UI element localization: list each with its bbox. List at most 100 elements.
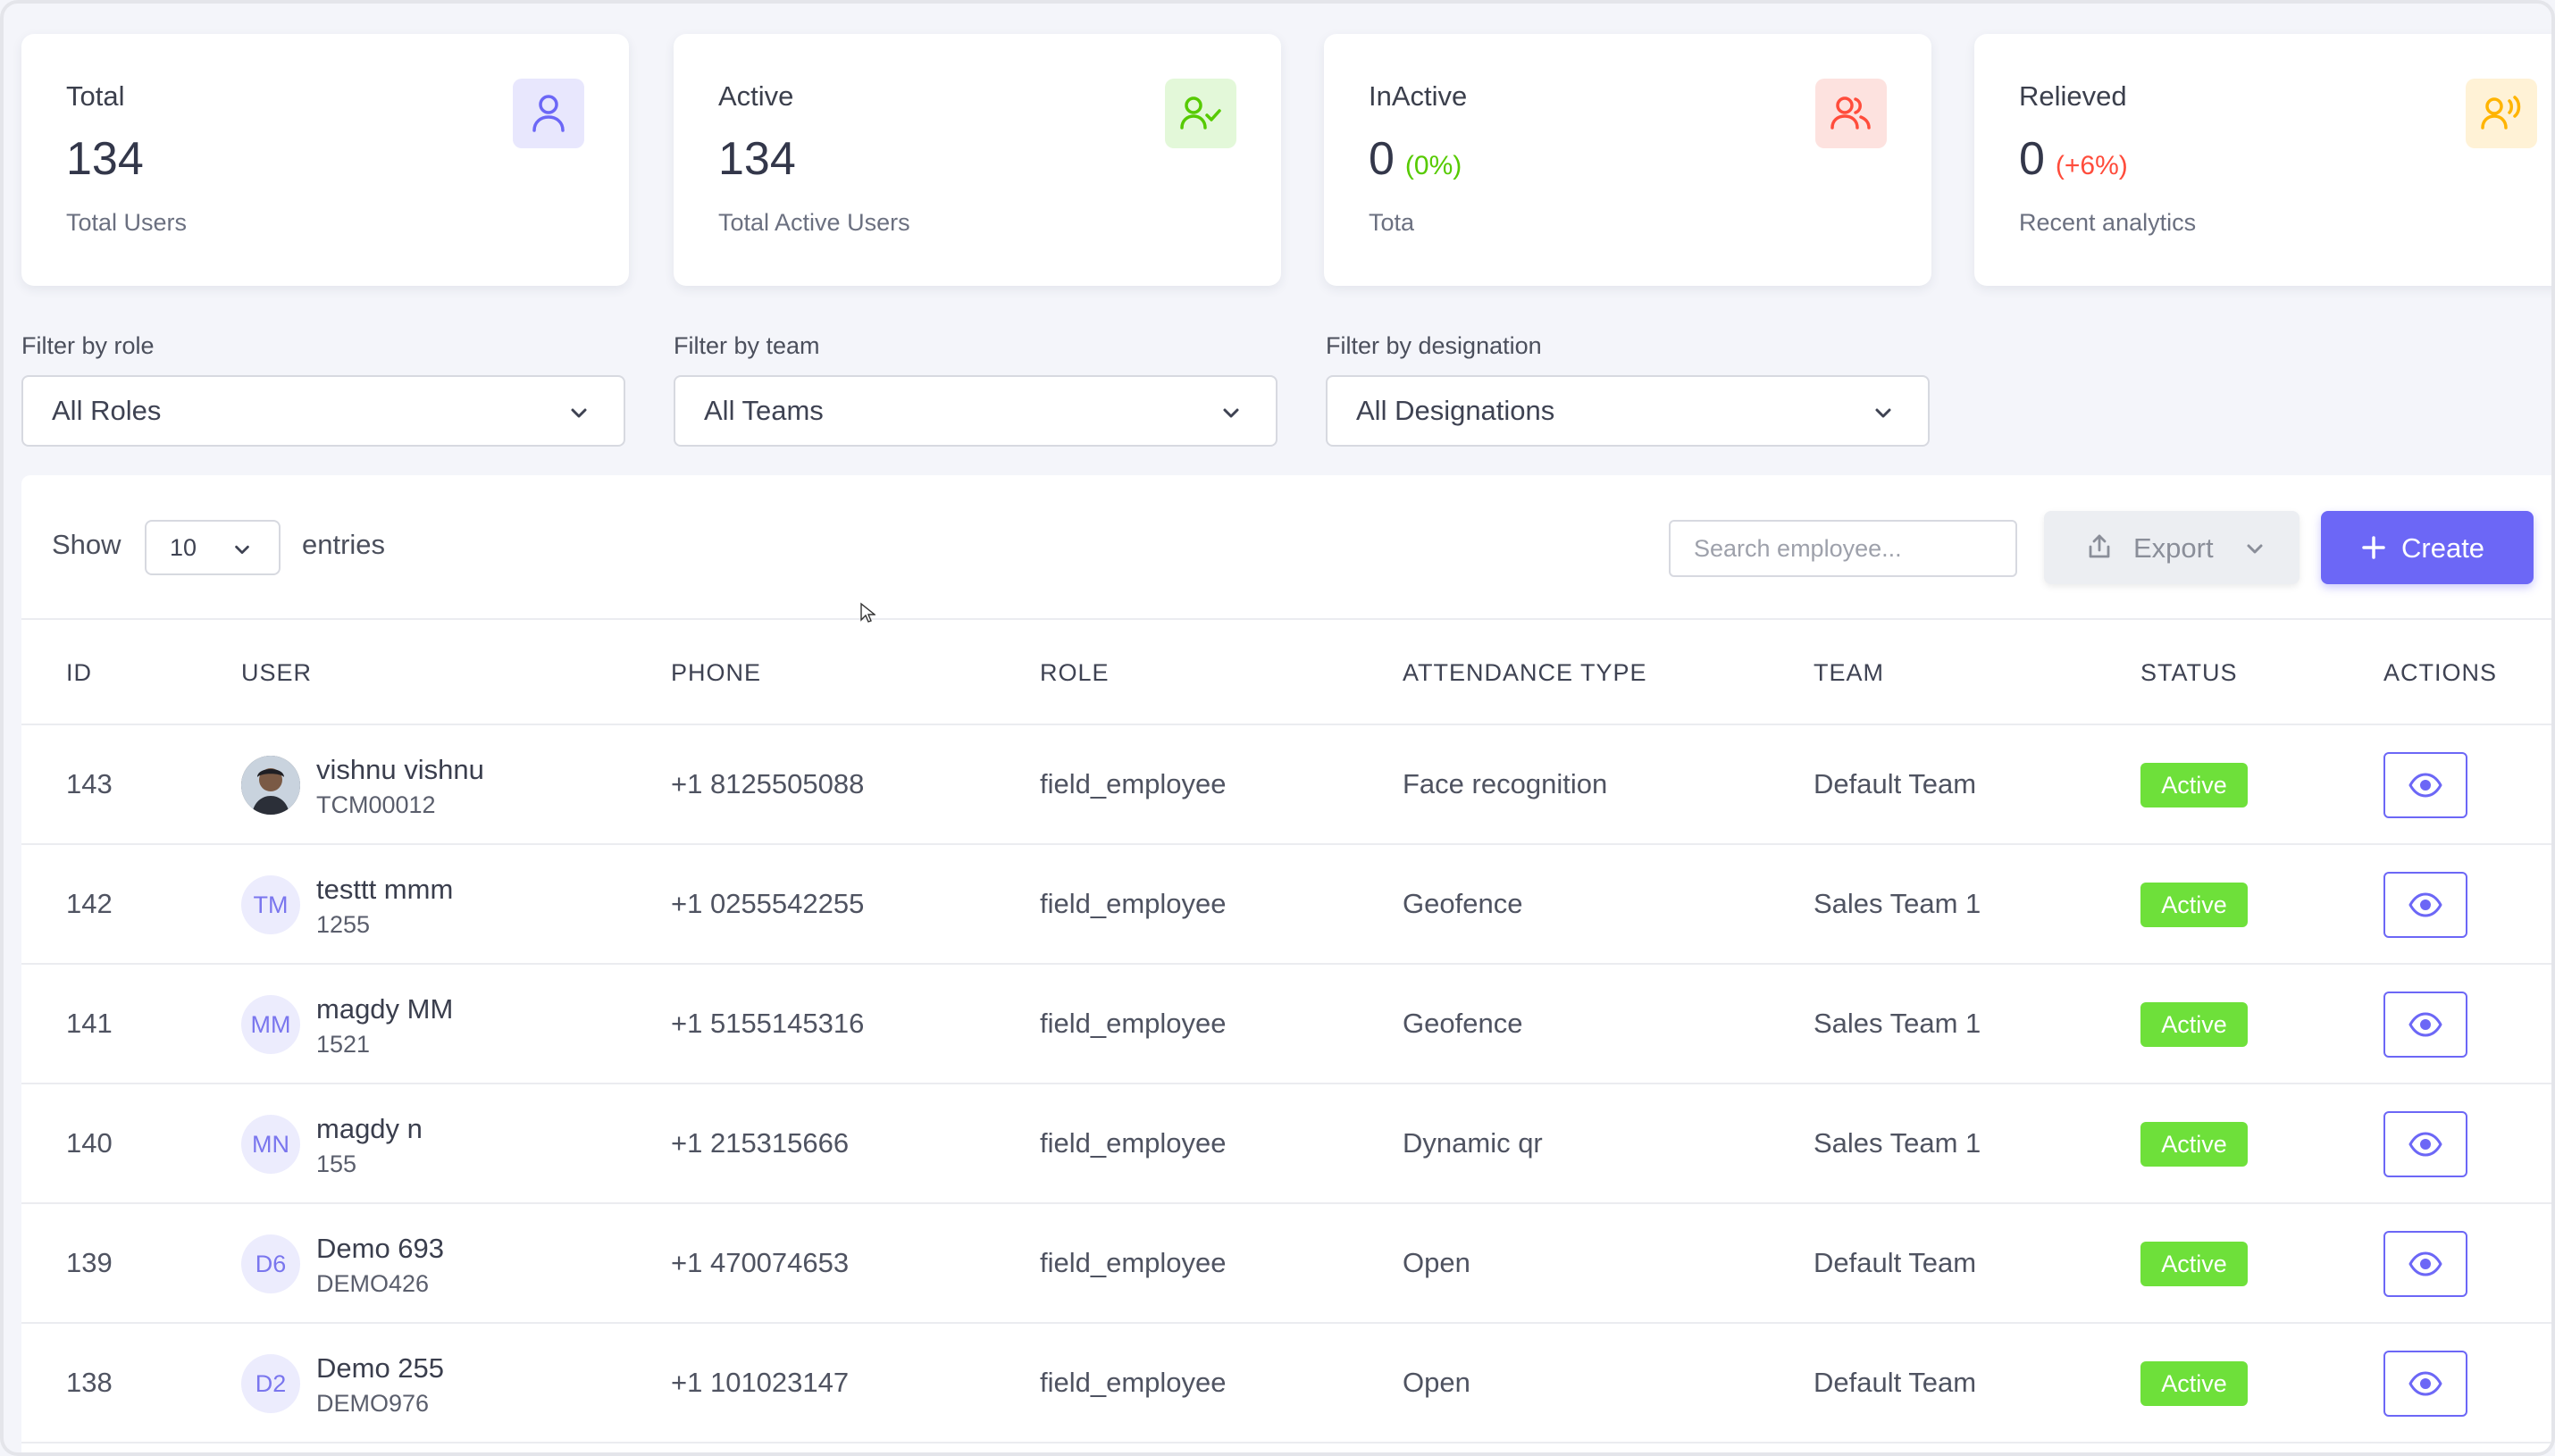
filter-label: Filter by role — [21, 332, 155, 359]
stat-title: Total — [66, 80, 125, 112]
chevron-down-icon — [1223, 408, 1239, 418]
stat-value: 0 (+6%) — [2019, 132, 2128, 186]
status-badge: Active — [2140, 1242, 2248, 1286]
avatar — [241, 756, 300, 815]
column-header-phone: PHONE — [671, 659, 762, 686]
select-value: All Roles — [52, 395, 162, 426]
mouse-cursor-icon — [860, 602, 875, 623]
view-button[interactable] — [2383, 872, 2467, 938]
cell-attendance-type: Geofence — [1403, 1008, 1523, 1039]
table-row: 140 MN magdy n 155 +1 215315666 field_em… — [21, 1084, 2551, 1204]
entries-value: 10 — [170, 533, 197, 561]
stat-card-total: Total 134 Total Users — [21, 34, 629, 286]
cell-phone: +1 215315666 — [671, 1127, 850, 1159]
stat-percent: (0%) — [1404, 151, 1462, 180]
stat-number: 0 — [2019, 133, 2045, 185]
table-row: 142 TM testtt mmm 1255 +1 0255542255 fie… — [21, 845, 2551, 965]
column-header-role: ROLE — [1040, 659, 1110, 686]
team-select[interactable]: All Teams — [674, 375, 1278, 447]
stat-number: 134 — [66, 133, 144, 185]
export-label: Export — [2133, 532, 2214, 564]
avatar: D6 — [241, 1234, 300, 1293]
avatar-photo — [241, 756, 300, 815]
cell-phone: +1 5155145316 — [671, 1008, 865, 1039]
view-button[interactable] — [2383, 1351, 2467, 1417]
column-header-user: USER — [241, 659, 313, 686]
role-select[interactable]: All Roles — [21, 375, 625, 447]
plus-icon — [2362, 536, 2385, 559]
cell-id: 141 — [66, 1008, 113, 1039]
user-voice-icon — [2466, 79, 2537, 148]
column-header-actions: ACTIONS — [2383, 659, 2498, 686]
stat-card-inactive: InActive 0 (0%) Tota — [1324, 34, 1931, 286]
column-header-team: TEAM — [1814, 659, 1885, 686]
stat-title: Relieved — [2019, 80, 2127, 112]
stat-subtitle: Tota — [1369, 209, 1415, 236]
create-button[interactable]: Create — [2321, 511, 2534, 584]
app-frame: Total 134 Total Users Active 134 Total A… — [0, 0, 2555, 1456]
stat-title: Active — [718, 80, 794, 112]
cell-phone: +1 8125505088 — [671, 768, 865, 799]
user-code: DEMO426 — [316, 1270, 430, 1297]
status-badge: Active — [2140, 1122, 2248, 1167]
table-row: 141 MM magdy MM 1521 +1 5155145316 field… — [21, 965, 2551, 1084]
eye-icon — [2408, 1251, 2442, 1276]
view-button[interactable] — [2383, 1231, 2467, 1297]
cell-role: field_employee — [1040, 1367, 1227, 1398]
cell-role: field_employee — [1040, 1247, 1227, 1278]
select-value: All Teams — [704, 395, 824, 426]
cell-id: 139 — [66, 1247, 113, 1278]
avatar: MN — [241, 1115, 300, 1174]
stat-value: 134 — [66, 132, 144, 186]
user-name: magdy n — [316, 1113, 423, 1144]
cell-attendance-type: Open — [1403, 1367, 1470, 1398]
stat-number: 0 — [1369, 133, 1395, 185]
stat-subtitle: Total Users — [66, 209, 188, 236]
user-icon — [513, 79, 584, 148]
column-header-status: STATUS — [2140, 659, 2238, 686]
view-button[interactable] — [2383, 752, 2467, 818]
users-icon — [1815, 79, 1887, 148]
view-button[interactable] — [2383, 1111, 2467, 1177]
user-code: 1255 — [316, 911, 371, 938]
table-header: ID USER PHONE ROLE ATTENDANCE TYPE TEAM … — [21, 620, 2551, 725]
cell-phone: +1 0255542255 — [671, 888, 865, 919]
stat-title: InActive — [1369, 80, 1468, 112]
cell-phone: +1 470074653 — [671, 1247, 850, 1278]
cell-id: 143 — [66, 768, 113, 799]
eye-icon — [2408, 773, 2442, 798]
stat-value: 0 (0%) — [1369, 132, 1462, 186]
user-code: 155 — [316, 1151, 357, 1177]
export-button[interactable]: Export — [2044, 511, 2300, 584]
chevron-down-icon — [571, 408, 587, 418]
search-input[interactable] — [1669, 520, 2017, 577]
entries-label: entries — [302, 529, 386, 560]
show-label: Show — [52, 529, 121, 560]
stat-percent: (+6%) — [2055, 151, 2128, 180]
user-name: vishnu vishnu — [316, 754, 484, 785]
cell-attendance-type: Open — [1403, 1247, 1470, 1278]
status-badge: Active — [2140, 1002, 2248, 1047]
user-code: 1521 — [316, 1031, 371, 1058]
view-button[interactable] — [2383, 992, 2467, 1058]
stats-row: Total 134 Total Users Active 134 Total A… — [21, 34, 2551, 286]
cell-team: Default Team — [1814, 768, 1977, 799]
cell-role: field_employee — [1040, 1127, 1227, 1159]
user-name: Demo 693 — [316, 1233, 445, 1264]
filter-label: Filter by designation — [1326, 332, 1542, 359]
cell-attendance-type: Geofence — [1403, 888, 1523, 919]
stat-card-active: Active 134 Total Active Users — [674, 34, 1281, 286]
filter-role: Filter by role All Roles — [21, 332, 625, 447]
user-name: Demo 255 — [316, 1352, 445, 1384]
cell-id: 142 — [66, 888, 113, 919]
stat-subtitle: Recent analytics — [2019, 209, 2197, 236]
status-badge: Active — [2140, 1361, 2248, 1406]
filter-team: Filter by team All Teams — [674, 332, 1278, 447]
avatar: MM — [241, 995, 300, 1054]
designation-select[interactable]: All Designations — [1326, 375, 1930, 447]
cell-attendance-type: Face recognition — [1403, 768, 1608, 799]
entries-select[interactable]: 10 — [145, 520, 281, 575]
cell-role: field_employee — [1040, 768, 1227, 799]
eye-icon — [2408, 892, 2442, 917]
cell-team: Sales Team 1 — [1814, 888, 1981, 919]
